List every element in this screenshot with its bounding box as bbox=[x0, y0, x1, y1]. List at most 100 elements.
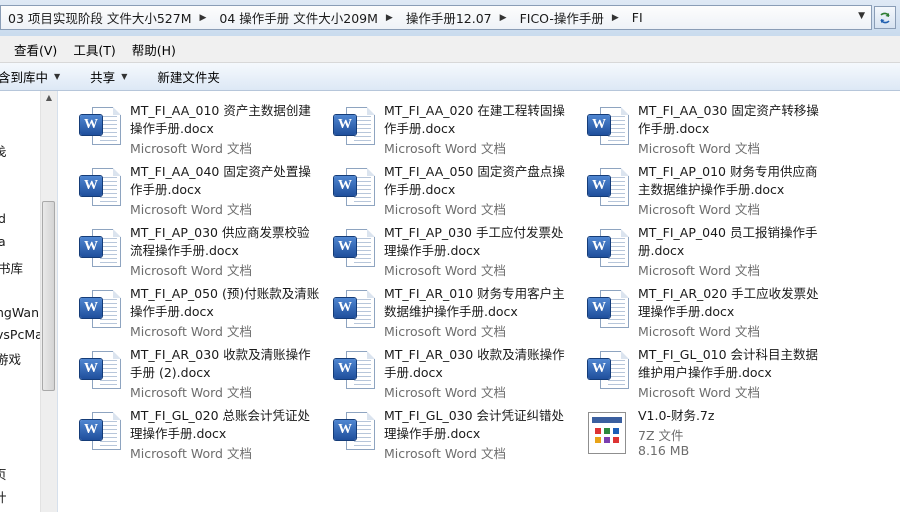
file-type: Microsoft Word 文档 bbox=[130, 385, 252, 400]
nav-item[interactable]: 书库 bbox=[0, 258, 23, 277]
file-name: MT_FI_AP_040 员工报销操作手册.docx bbox=[638, 225, 818, 258]
file-item[interactable]: W MT_FI_AP_050 (预)付账款及清账操作手册.docx Microso… bbox=[78, 282, 328, 340]
nav-item[interactable]: ngWan bbox=[0, 305, 39, 320]
breadcrumb-2[interactable]: 04 操作手册 文件大小209M ▶ bbox=[212, 6, 398, 29]
file-type: Microsoft Word 文档 bbox=[130, 141, 252, 156]
nav-item[interactable]: 戋 bbox=[0, 141, 7, 160]
chevron-right-icon[interactable]: ▶ bbox=[198, 13, 213, 23]
file-item[interactable]: W MT_FI_AP_040 员工报销操作手册.docx Microsoft Wo… bbox=[586, 221, 836, 279]
nav-item[interactable]: 页 bbox=[0, 464, 7, 483]
file-item[interactable]: W MT_FI_GL_020 总账会计凭证处理操作手册.docx Microsof… bbox=[78, 404, 328, 462]
word-doc-icon: W bbox=[586, 227, 632, 273]
word-doc-icon: W bbox=[586, 288, 632, 334]
file-type: 7Z 文件 bbox=[638, 428, 684, 443]
file-name: MT_FI_GL_030 会计凭证纠错处理操作手册.docx bbox=[384, 408, 565, 441]
scroll-thumb[interactable] bbox=[42, 201, 55, 391]
file-name: MT_FI_AR_020 手工应收发票处理操作手册.docx bbox=[638, 286, 819, 319]
file-type: Microsoft Word 文档 bbox=[130, 202, 252, 217]
breadcrumb-label: FICO-操作手册 bbox=[519, 11, 604, 26]
chevron-right-icon[interactable]: ▶ bbox=[498, 13, 513, 23]
file-type: Microsoft Word 文档 bbox=[384, 385, 506, 400]
command-bar: 含到库中 ▼ 共享 ▼ 新建文件夹 bbox=[0, 63, 900, 91]
file-type: Microsoft Word 文档 bbox=[130, 446, 252, 461]
nav-item[interactable]: vsPcMa bbox=[0, 327, 43, 342]
file-type: Microsoft Word 文档 bbox=[638, 141, 760, 156]
file-name: MT_FI_AP_030 供应商发票校验流程操作手册.docx bbox=[130, 225, 310, 258]
refresh-button[interactable] bbox=[874, 6, 896, 29]
file-item[interactable]: W MT_FI_AR_030 收款及清账操作手册.docx Microsoft W… bbox=[332, 343, 582, 401]
file-name: MT_FI_AA_050 固定资产盘点操作手册.docx bbox=[384, 164, 565, 197]
word-doc-icon: W bbox=[332, 410, 378, 456]
menu-view[interactable]: 查看(V) bbox=[6, 40, 65, 59]
file-name: MT_FI_GL_010 会计科目主数据维护用户操作手册.docx bbox=[638, 347, 819, 380]
breadcrumb-4[interactable]: FICO-操作手册 ▶ bbox=[513, 6, 625, 29]
address-dropdown-icon[interactable]: ▼ bbox=[858, 11, 865, 21]
file-type: Microsoft Word 文档 bbox=[638, 385, 760, 400]
word-doc-icon: W bbox=[332, 227, 378, 273]
word-doc-icon: W bbox=[78, 227, 124, 273]
file-name: MT_FI_AP_010 财务专用供应商主数据维护操作手册.docx bbox=[638, 164, 818, 197]
scroll-up-icon[interactable]: ▲ bbox=[41, 93, 57, 107]
file-item[interactable]: W MT_FI_AR_030 收款及清账操作手册 (2).docx Microso… bbox=[78, 343, 328, 401]
file-item[interactable]: W MT_FI_AP_010 财务专用供应商主数据维护操作手册.docx Micr… bbox=[586, 160, 836, 218]
file-name: MT_FI_GL_020 总账会计凭证处理操作手册.docx bbox=[130, 408, 311, 441]
nav-item[interactable]: d bbox=[0, 211, 6, 226]
file-type: Microsoft Word 文档 bbox=[130, 324, 252, 339]
file-name: MT_FI_AA_010 资产主数据创建操作手册.docx bbox=[130, 103, 311, 136]
file-type: Microsoft Word 文档 bbox=[384, 141, 506, 156]
menu-bar: 查看(V) 工具(T) 帮助(H) bbox=[0, 36, 900, 63]
file-item[interactable]: W MT_FI_AA_030 固定资产转移操作手册.docx Microsoft … bbox=[586, 99, 836, 157]
file-item[interactable]: W MT_FI_AP_030 供应商发票校验流程操作手册.docx Microso… bbox=[78, 221, 328, 279]
address-bar[interactable]: 03 项目实现阶段 文件大小527M ▶ 04 操作手册 文件大小209M ▶ … bbox=[0, 5, 872, 30]
file-name: MT_FI_AR_030 收款及清账操作手册.docx bbox=[384, 347, 565, 380]
file-item[interactable]: W MT_FI_AP_030 手工应付发票处理操作手册.docx Microsof… bbox=[332, 221, 582, 279]
file-type: Microsoft Word 文档 bbox=[638, 324, 760, 339]
breadcrumb-5[interactable]: FI bbox=[625, 6, 649, 29]
file-type: Microsoft Word 文档 bbox=[384, 263, 506, 278]
file-item[interactable]: W MT_FI_AA_040 固定资产处置操作手册.docx Microsoft … bbox=[78, 160, 328, 218]
file-item[interactable]: W MT_FI_AR_020 手工应收发票处理操作手册.docx Microsof… bbox=[586, 282, 836, 340]
file-name: MT_FI_AP_050 (预)付账款及清账操作手册.docx bbox=[130, 286, 320, 319]
chevron-right-icon[interactable]: ▶ bbox=[384, 13, 399, 23]
nav-item[interactable]: a bbox=[0, 234, 6, 249]
word-doc-icon: W bbox=[78, 349, 124, 395]
refresh-icon bbox=[880, 12, 890, 23]
nav-item[interactable]: 游戏 bbox=[0, 349, 21, 368]
file-item[interactable]: W MT_FI_AA_050 固定资产盘点操作手册.docx Microsoft … bbox=[332, 160, 582, 218]
file-type: Microsoft Word 文档 bbox=[384, 446, 506, 461]
nav-scrollbar[interactable]: ▲ bbox=[40, 91, 57, 512]
word-doc-icon: W bbox=[78, 166, 124, 212]
breadcrumb-label: 03 项目实现阶段 文件大小527M bbox=[8, 11, 192, 26]
share-button[interactable]: 共享 ▼ bbox=[90, 67, 127, 86]
breadcrumb-label: 04 操作手册 文件大小209M bbox=[219, 11, 378, 26]
file-name: MT_FI_AA_030 固定资产转移操作手册.docx bbox=[638, 103, 819, 136]
new-folder-button[interactable]: 新建文件夹 bbox=[157, 67, 220, 86]
chevron-down-icon: ▼ bbox=[121, 72, 128, 81]
file-item[interactable]: W MT_FI_GL_030 会计凭证纠错处理操作手册.docx Microsof… bbox=[332, 404, 582, 462]
word-doc-icon: W bbox=[332, 166, 378, 212]
include-in-library-label: 含到库中 bbox=[0, 70, 49, 85]
file-item[interactable]: W MT_FI_AR_010 财务专用客户主数据维护操作手册.docx Micro… bbox=[332, 282, 582, 340]
breadcrumb-1[interactable]: 03 项目实现阶段 文件大小527M ▶ bbox=[1, 6, 212, 29]
file-item[interactable]: W MT_FI_GL_010 会计科目主数据维护用户操作手册.docx Micro… bbox=[586, 343, 836, 401]
chevron-right-icon[interactable]: ▶ bbox=[610, 13, 625, 23]
word-doc-icon: W bbox=[332, 349, 378, 395]
file-size: 8.16 MB bbox=[638, 443, 690, 458]
file-item[interactable]: W MT_FI_AA_020 在建工程转固操作手册.docx Microsoft … bbox=[332, 99, 582, 157]
menu-help[interactable]: 帮助(H) bbox=[124, 40, 184, 59]
include-in-library-button[interactable]: 含到库中 ▼ bbox=[0, 67, 60, 86]
chevron-down-icon: ▼ bbox=[54, 72, 61, 81]
breadcrumb-3[interactable]: 操作手册12.07 ▶ bbox=[399, 6, 513, 29]
nav-item[interactable]: 计 bbox=[0, 487, 7, 506]
file-type: Microsoft Word 文档 bbox=[384, 324, 506, 339]
file-item[interactable]: V1.0-财务.7z 7Z 文件 8.16 MB bbox=[586, 404, 836, 462]
file-item[interactable]: W MT_FI_AA_010 资产主数据创建操作手册.docx Microsoft… bbox=[78, 99, 328, 157]
address-bar-row: 03 项目实现阶段 文件大小527M ▶ 04 操作手册 文件大小209M ▶ … bbox=[0, 0, 900, 36]
file-list: W MT_FI_AA_010 资产主数据创建操作手册.docx Microsoft… bbox=[58, 91, 900, 512]
file-type: Microsoft Word 文档 bbox=[130, 263, 252, 278]
menu-tools[interactable]: 工具(T) bbox=[65, 40, 123, 59]
file-name: MT_FI_AA_040 固定资产处置操作手册.docx bbox=[130, 164, 311, 197]
file-type: Microsoft Word 文档 bbox=[384, 202, 506, 217]
word-doc-icon: W bbox=[332, 288, 378, 334]
file-type: Microsoft Word 文档 bbox=[638, 202, 760, 217]
